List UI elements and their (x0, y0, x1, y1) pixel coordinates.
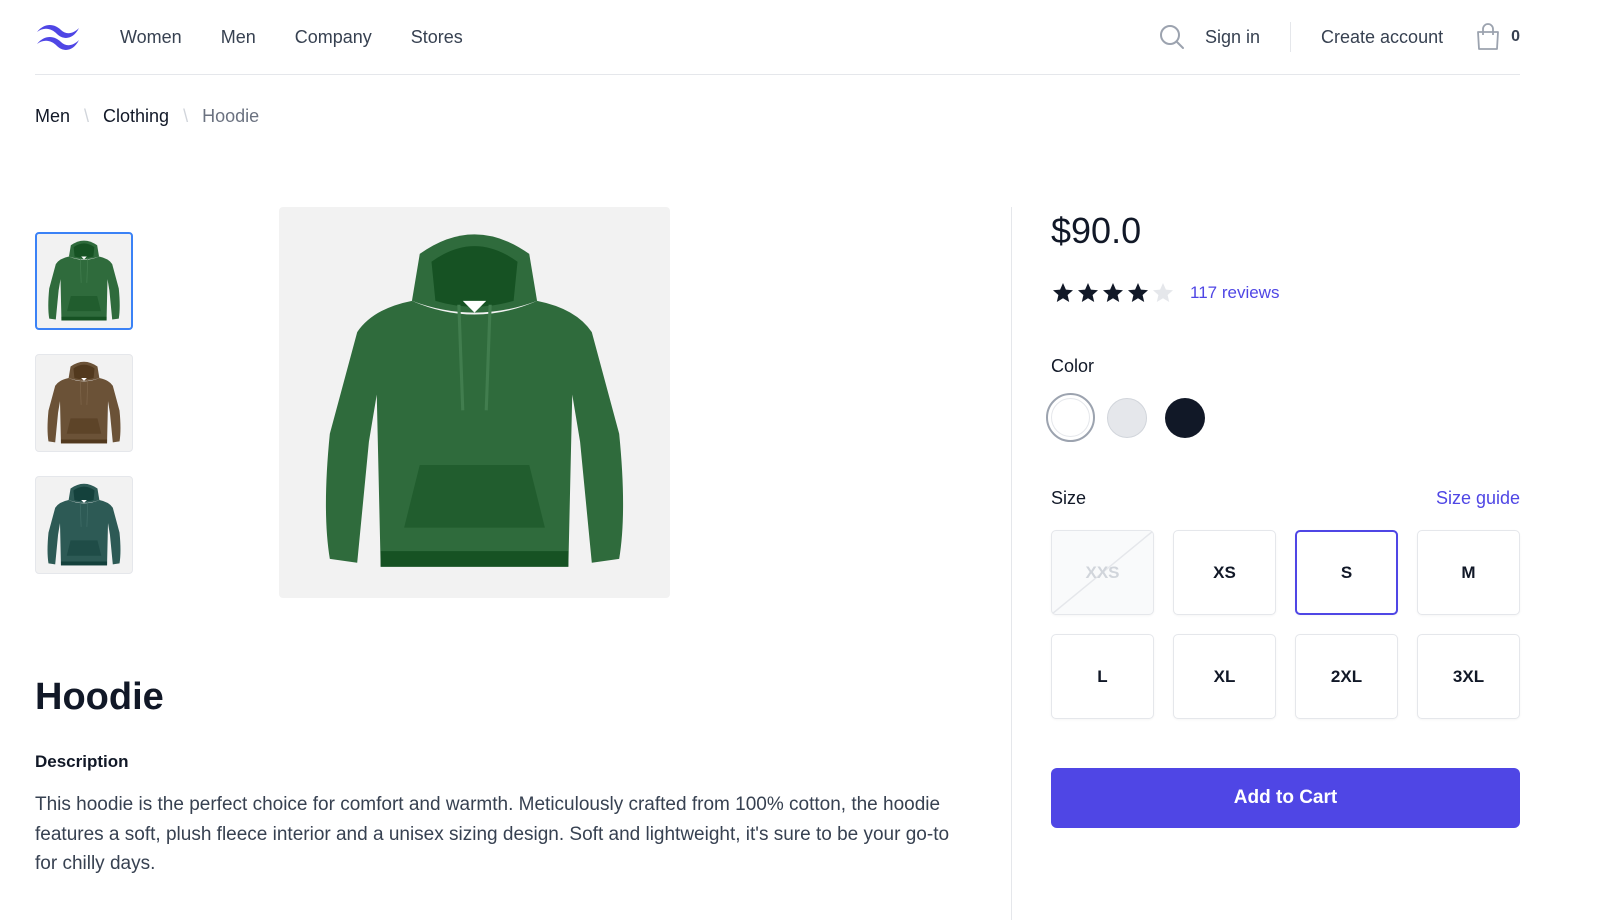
header-actions: Sign in Create account 0 (1159, 0, 1520, 74)
add-to-cart-button[interactable]: Add to Cart (1051, 768, 1520, 828)
nav-women[interactable]: Women (120, 27, 182, 48)
shopping-bag-icon (1477, 23, 1499, 50)
product-title: Hoodie (35, 676, 164, 718)
star-filled-icon (1053, 283, 1073, 302)
color-swatch-black[interactable] (1165, 398, 1205, 438)
column-divider (1011, 207, 1012, 920)
size-label: Size (1051, 488, 1087, 508)
star-filled-icon (1078, 283, 1098, 302)
thumbnail-brown[interactable] (35, 354, 133, 452)
hoodie-image (325, 234, 624, 567)
size-label-text: XS (1213, 562, 1236, 582)
breadcrumb-clothing[interactable]: Clothing (103, 106, 169, 127)
breadcrumb: Men \ Clothing \ Hoodie (35, 106, 259, 127)
reviews-link[interactable]: 117 reviews (1190, 283, 1279, 303)
size-option-3xl[interactable]: 3XL (1417, 634, 1520, 719)
product-main-image (279, 207, 670, 598)
color-swatch-gray[interactable] (1107, 398, 1147, 438)
size-label-text: 3XL (1452, 666, 1485, 686)
breadcrumb-men[interactable]: Men (35, 106, 70, 127)
size-label-text: 2XL (1330, 666, 1363, 686)
cart-button[interactable]: 0 (1475, 23, 1520, 51)
size-label-text: M (1461, 562, 1476, 582)
breadcrumb-separator: \ (183, 106, 189, 126)
search-icon[interactable] (1159, 24, 1185, 50)
thumbnail-green[interactable] (35, 232, 133, 330)
site-header: Women Men Company Stores Sign in Create … (35, 0, 1520, 75)
size-option-xxs: XXS (1051, 530, 1154, 615)
logo-icon[interactable] (35, 22, 81, 50)
size-label-text: XL (1213, 666, 1236, 686)
size-option-xs[interactable]: XS (1173, 530, 1276, 615)
breadcrumb-current: Hoodie (202, 106, 260, 126)
size-guide-link[interactable]: Size guide (1436, 488, 1520, 509)
create-account-link[interactable]: Create account (1321, 27, 1443, 48)
hoodie-thumbnail-image (48, 240, 120, 321)
color-label: Color (1051, 356, 1095, 376)
nav-company[interactable]: Company (295, 27, 372, 48)
hoodie-thumbnail-image (47, 361, 121, 444)
star-filled-icon (1128, 283, 1148, 302)
star-empty-icon (1153, 283, 1173, 302)
size-option-xl[interactable]: XL (1173, 634, 1276, 719)
description-heading: Description (35, 752, 129, 771)
rating: 117 reviews (1051, 281, 1279, 305)
thumbnail-teal[interactable] (35, 476, 133, 574)
header-divider (1290, 22, 1292, 52)
swatch-fill (1051, 398, 1090, 437)
main-nav: Women Men Company Stores (120, 0, 463, 74)
star-filled-icon (1103, 283, 1123, 302)
sign-in-link[interactable]: Sign in (1205, 27, 1260, 48)
breadcrumb-separator: \ (84, 106, 90, 126)
product-price: $90.0 (1051, 210, 1142, 251)
rating-stars (1051, 281, 1176, 305)
cart-count: 0 (1511, 28, 1520, 45)
size-option-l[interactable]: L (1051, 634, 1154, 719)
size-label-text: XXS (1085, 562, 1120, 582)
nav-stores[interactable]: Stores (411, 27, 463, 48)
size-option-s[interactable]: S (1295, 530, 1398, 615)
size-label-text: L (1097, 666, 1108, 686)
color-swatch-white[interactable] (1046, 393, 1095, 442)
hoodie-thumbnail-image (47, 483, 121, 566)
size-label-text: S (1340, 562, 1353, 582)
product-description: This hoodie is the perfect choice for co… (35, 794, 950, 874)
size-option-m[interactable]: M (1417, 530, 1520, 615)
nav-men[interactable]: Men (221, 27, 256, 48)
size-option-2xl[interactable]: 2XL (1295, 634, 1398, 719)
